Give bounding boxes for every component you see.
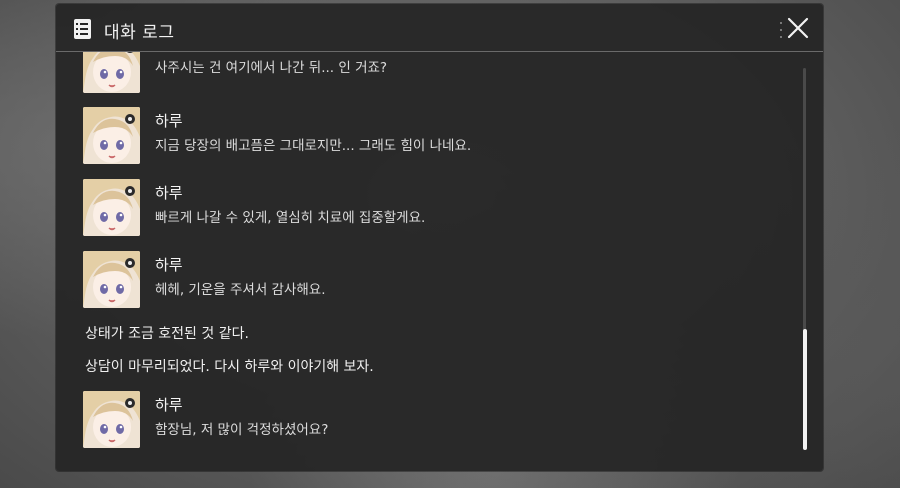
log-list-icon xyxy=(74,19,91,39)
dialogue-text: 헤헤, 기운을 주셔서 감사해요. xyxy=(155,282,326,298)
avatar xyxy=(83,52,140,93)
speaker-name: 하루 xyxy=(155,184,183,202)
scrollbar-thumb[interactable] xyxy=(803,329,807,450)
narration-text: 상담이 마무리되었다. 다시 하루와 이야기해 보자. xyxy=(85,359,374,375)
log-title: 대화 로그 xyxy=(104,23,175,43)
speaker-name: 하루 xyxy=(155,112,183,130)
dialogue-text: 사주시는 건 여기에서 나간 뒤... 인 거죠? xyxy=(155,60,388,76)
dialogue-log-panel: 대화 로그 사주시는 건 여기에서 나간 뒤... 인 거죠? 하루 지금 당장… xyxy=(56,4,823,471)
close-button[interactable] xyxy=(786,16,810,40)
dialogue-text: 함장님, 저 많이 걱정하셨어요? xyxy=(155,422,329,438)
vertical-dots-icon xyxy=(780,22,782,38)
narration-text: 상태가 조금 호전된 것 같다. xyxy=(85,326,249,342)
log-list[interactable]: 사주시는 건 여기에서 나간 뒤... 인 거죠? 하루 지금 당장의 배고픔은 xyxy=(56,52,823,471)
close-icon xyxy=(787,17,809,39)
log-header: 대화 로그 xyxy=(56,4,823,52)
avatar xyxy=(83,179,140,236)
avatar xyxy=(83,251,140,308)
avatar xyxy=(83,391,140,448)
avatar xyxy=(83,107,140,164)
dialogue-text: 빠르게 나갈 수 있게, 열심히 치료에 집중할게요. xyxy=(155,210,426,226)
speaker-name: 하루 xyxy=(155,396,183,414)
speaker-name: 하루 xyxy=(155,256,183,274)
dialogue-text: 지금 당장의 배고픔은 그대로지만... 그래도 힘이 나네요. xyxy=(155,138,472,154)
